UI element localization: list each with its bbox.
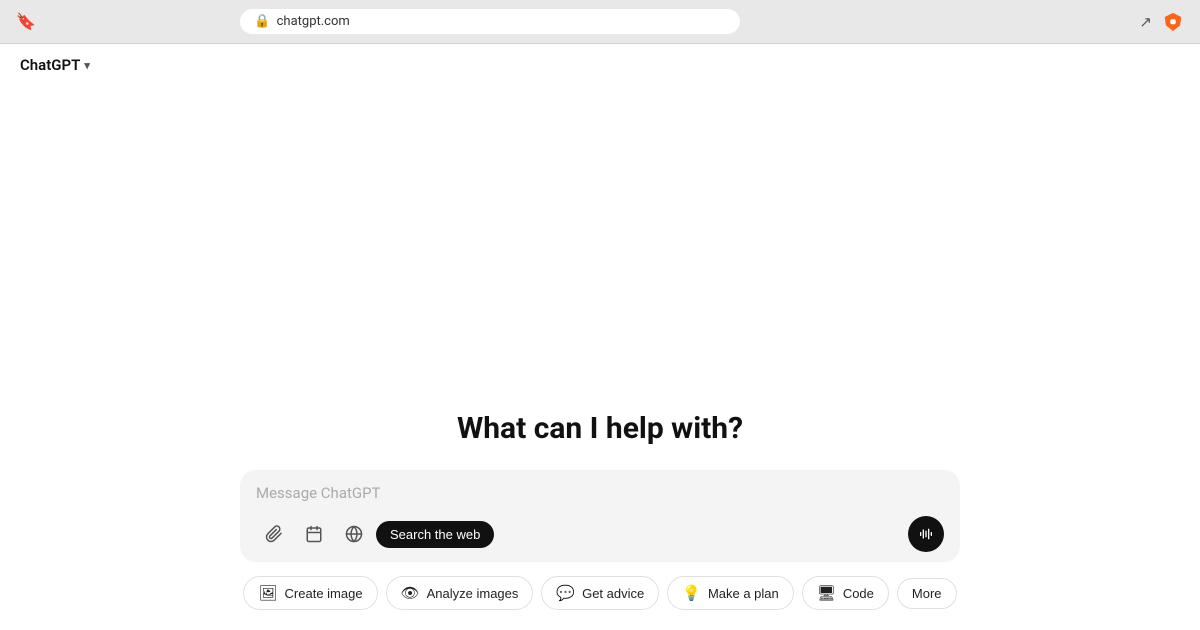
tools-icon: [305, 525, 323, 543]
attach-icon: [265, 525, 283, 543]
address-bar[interactable]: 🔒 chatgpt.com: [240, 9, 740, 34]
input-toolbar: Search the web: [256, 516, 944, 552]
globe-icon: [345, 525, 363, 543]
input-area: Search the web: [240, 470, 960, 562]
action-chip-analyze-images[interactable]: 👁 Analyze images: [386, 576, 534, 610]
message-input[interactable]: [256, 484, 944, 502]
security-icon: 🔒: [254, 14, 270, 29]
main-content: What can I help with?: [0, 86, 1200, 630]
headline: What can I help with?: [457, 411, 743, 446]
web-button[interactable]: [336, 516, 372, 552]
bookmark-icon[interactable]: 🔖: [16, 12, 36, 31]
create-image-icon: 🖼: [258, 584, 277, 602]
code-icon: 🖥: [817, 584, 836, 602]
code-label: Code: [843, 586, 874, 601]
action-chip-make-a-plan[interactable]: 💡 Make a plan: [667, 576, 794, 610]
action-chip-create-image[interactable]: 🖼 Create image: [243, 576, 377, 610]
attach-button[interactable]: [256, 516, 292, 552]
analyze-images-icon: 👁: [401, 584, 420, 602]
more-label: More: [912, 586, 942, 601]
top-nav: ChatGPT ▾: [0, 44, 1200, 86]
make-a-plan-icon: 💡: [682, 584, 701, 602]
chevron-down-icon: ▾: [84, 59, 90, 72]
audio-wave-icon: [918, 526, 934, 542]
quick-actions: 🖼 Create image 👁 Analyze images 💬 Get advice 💡…: [243, 576, 956, 610]
app-container: ChatGPT ▾ What can I help with?: [0, 44, 1200, 630]
share-icon[interactable]: ↗: [1139, 13, 1152, 31]
action-chip-get-advice[interactable]: 💬 Get advice: [541, 576, 659, 610]
tools-button[interactable]: [296, 516, 332, 552]
search-web-button[interactable]: Search the web: [376, 521, 494, 548]
analyze-images-label: Analyze images: [427, 586, 519, 601]
send-button[interactable]: [908, 516, 944, 552]
app-title-button[interactable]: ChatGPT ▾: [20, 56, 90, 74]
make-a-plan-label: Make a plan: [708, 586, 779, 601]
app-title-text: ChatGPT: [20, 56, 80, 74]
url-text: chatgpt.com: [277, 14, 350, 29]
create-image-label: Create image: [285, 586, 363, 601]
brave-icon: [1162, 11, 1184, 33]
get-advice-label: Get advice: [582, 586, 644, 601]
browser-chrome: 🔖 🔒 chatgpt.com ↗: [0, 0, 1200, 44]
browser-actions: ↗: [1139, 11, 1184, 33]
get-advice-icon: 💬: [556, 584, 575, 602]
action-chip-more[interactable]: More: [897, 578, 957, 609]
action-chip-code[interactable]: 🖥 Code: [802, 576, 889, 610]
